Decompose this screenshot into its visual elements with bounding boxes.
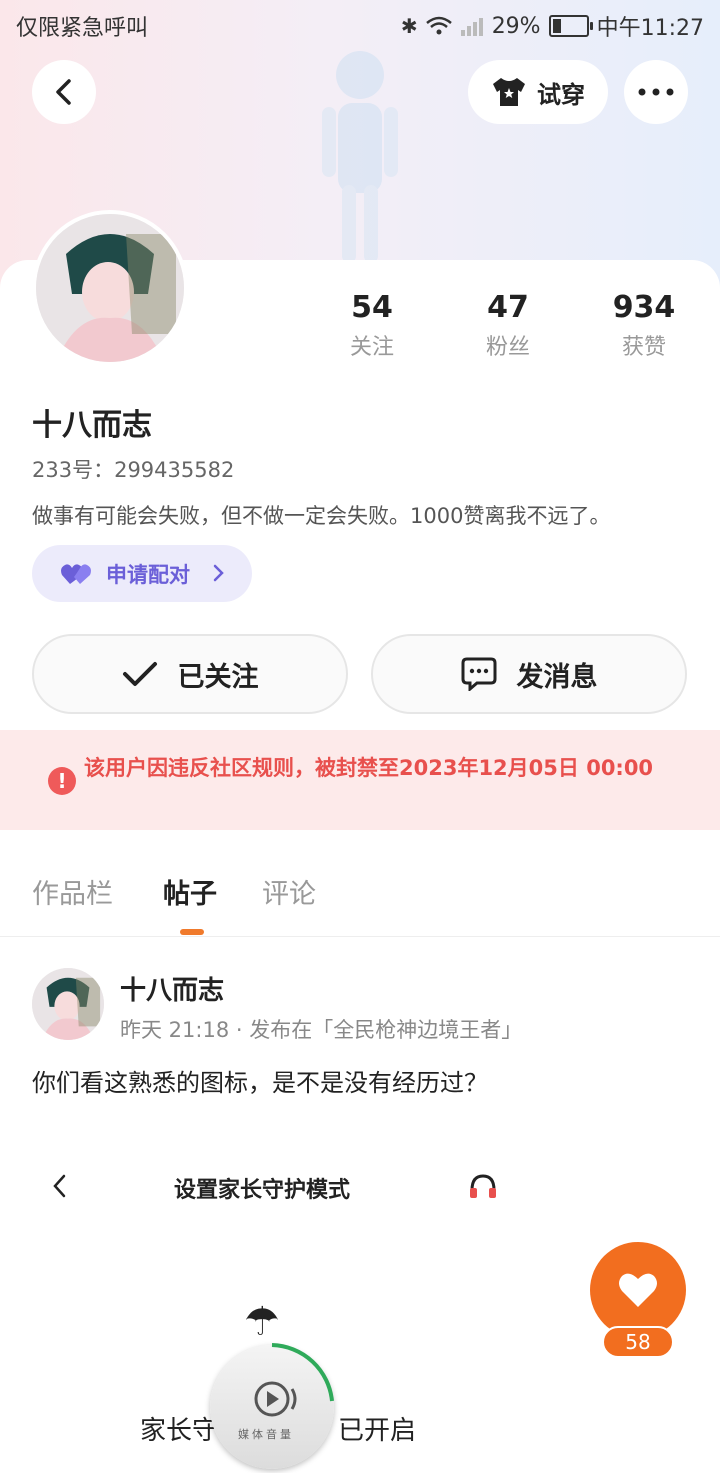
try-on-label: 试穿 xyxy=(537,80,585,109)
status-right-group: ✱ 29% 中午11:27 xyxy=(401,10,704,42)
more-button[interactable] xyxy=(624,60,688,124)
stat-following-value: 54 xyxy=(351,290,393,325)
followed-button[interactable]: 已关注 xyxy=(32,634,348,714)
tshirt-icon xyxy=(493,78,525,106)
double-heart-icon xyxy=(61,563,91,584)
status-bar: 仅限紧急呼叫 ✱ 29% 中午11:27 xyxy=(0,0,720,50)
stat-followers-value: 47 xyxy=(487,290,529,325)
wifi-icon xyxy=(425,16,452,35)
tab-posts[interactable]: 帖子 xyxy=(163,872,217,911)
embed-title: 设置家长守护模式 xyxy=(174,1178,351,1203)
stat-followers[interactable]: 47 粉丝 xyxy=(448,290,568,361)
status-time: 中午11:27 xyxy=(596,16,704,41)
followed-label: 已关注 xyxy=(177,661,259,693)
post-author-avatar[interactable] xyxy=(32,968,104,1040)
battery-fill xyxy=(552,19,562,33)
stat-likes[interactable]: 934 获赞 xyxy=(584,290,704,361)
tabs-divider xyxy=(0,936,720,937)
stat-followers-label: 粉丝 xyxy=(485,335,530,360)
umbrella-icon: ☂ xyxy=(244,1299,280,1345)
status-emergency-text: 仅限紧急呼叫 xyxy=(16,16,149,41)
avatar-image xyxy=(36,214,184,362)
heart-icon xyxy=(619,1273,657,1307)
avatar-figure-silhouette xyxy=(322,51,398,263)
chat-bubble-icon xyxy=(461,657,496,691)
chevron-right-icon xyxy=(213,564,224,582)
profile-bio: 做事有可能会失败，但不做一定会失败。1000赞离我不远了。 xyxy=(32,504,611,528)
avatar-image xyxy=(32,968,104,1040)
pair-request-button[interactable]: 申请配对 xyxy=(32,545,252,602)
pair-request-label: 申请配对 xyxy=(106,562,190,587)
more-dots-icon xyxy=(638,88,674,96)
try-on-button[interactable]: 试穿 xyxy=(468,60,608,124)
ban-notice-text: 该用户因违反社区规则，被封禁至2023年12月05日 00:00 xyxy=(84,756,654,780)
alert-icon: ! xyxy=(48,767,76,795)
active-tab-indicator xyxy=(180,929,204,935)
signal-icon xyxy=(460,18,483,36)
profile-avatar[interactable] xyxy=(32,210,188,366)
stat-likes-label: 获赞 xyxy=(621,335,666,360)
post-meta: 昨天 21:18 · 发布在「全民枪神边境王者」 xyxy=(120,1018,523,1042)
battery-percent: 29% xyxy=(491,13,541,39)
send-message-button[interactable]: 发消息 xyxy=(371,634,687,714)
stat-likes-value: 934 xyxy=(612,290,676,325)
send-message-label: 发消息 xyxy=(516,661,598,693)
profile-username: 十八而志 xyxy=(32,408,152,443)
back-button[interactable] xyxy=(32,60,96,124)
profile-uid: 233号：299435582 xyxy=(32,458,235,482)
like-count-badge: 58 xyxy=(602,1326,674,1358)
post-author-name[interactable]: 十八而志 xyxy=(120,970,224,1007)
like-button[interactable] xyxy=(590,1242,686,1338)
bluetooth-icon: ✱ xyxy=(400,14,418,38)
tab-comments[interactable]: 评论 xyxy=(262,872,316,911)
tab-works[interactable]: 作品栏 xyxy=(32,872,113,911)
stat-following-label: 关注 xyxy=(349,335,394,360)
stat-following[interactable]: 54 关注 xyxy=(312,290,432,361)
post-text[interactable]: 你们看这熟悉的图标，是不是没有经历过？ xyxy=(32,1063,488,1098)
battery-icon xyxy=(548,15,593,37)
media-volume-ring xyxy=(271,1343,334,1402)
headset-icon xyxy=(470,1174,496,1198)
checkmark-icon xyxy=(122,662,157,686)
chevron-left-icon xyxy=(56,79,71,105)
embed-back-arrow-icon xyxy=(53,1174,66,1198)
embed-status-right: 已开启 xyxy=(338,1416,417,1446)
